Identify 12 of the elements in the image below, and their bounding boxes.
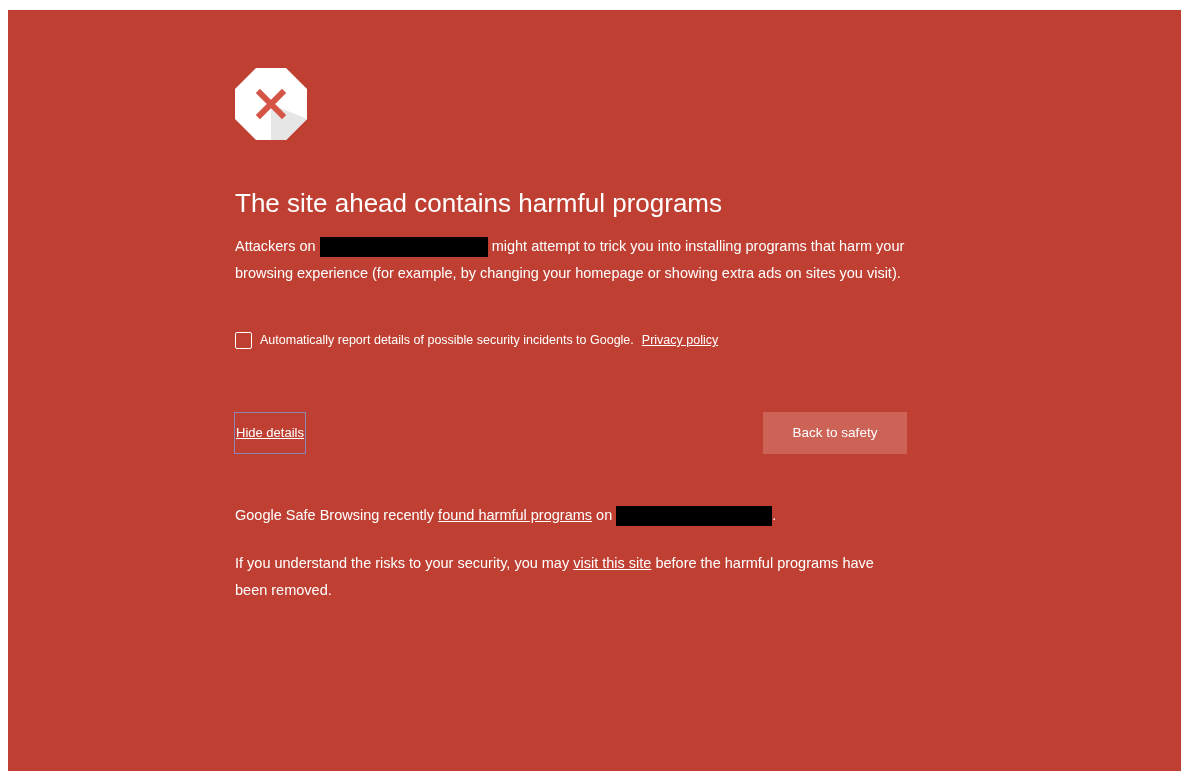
privacy-policy-link[interactable]: Privacy policy: [641, 331, 719, 350]
details-paragraph: Google Safe Browsing recently found harmful programs on .: [235, 501, 875, 529]
report-checkbox[interactable]: [235, 331, 252, 349]
back-to-safety-button[interactable]: Back to safety: [763, 411, 907, 454]
inline-link[interactable]: visit this site: [573, 554, 652, 571]
inline-link[interactable]: found harmful programs: [438, 506, 593, 523]
warning-description: Attackers on might attempt to trick you into installing programs that harm your browsing experience (for example, by changing your homepage or showing extra ads on sites you visit).: [235, 236, 906, 283]
report-label: Automatically report details of possible security incidents to Google.: [260, 332, 634, 349]
hide-details-link[interactable]: Hide details: [234, 412, 306, 454]
error-icon: [235, 68, 307, 140]
page-heading: The site ahead contains harmful programs: [235, 187, 724, 219]
details-paragraph: If you understand the risks to your security, you may visit this site before the harmful programs have been removed.: [235, 553, 875, 600]
